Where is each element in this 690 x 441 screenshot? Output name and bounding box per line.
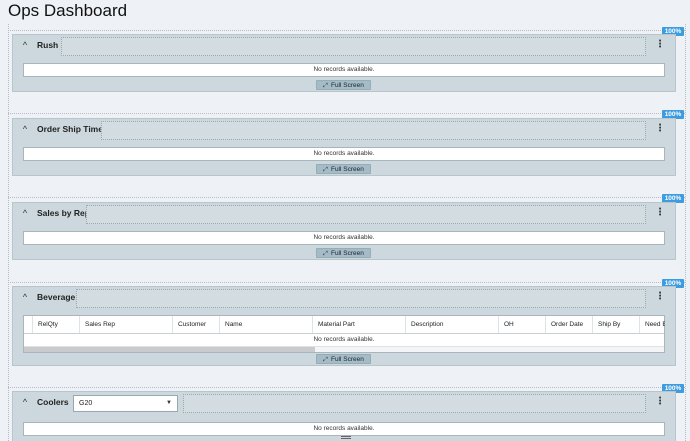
no-records-message: No records available.: [313, 425, 375, 432]
data-grid: RelQty Sales Rep Customer Name Material …: [23, 315, 665, 353]
data-grid: No records available.: [23, 147, 665, 161]
full-screen-button[interactable]: ⤢ Full Screen: [316, 354, 371, 364]
header-drop-zone: [86, 205, 646, 224]
more-options-icon[interactable]: ⋮: [655, 291, 665, 303]
horizontal-scrollbar[interactable]: [24, 346, 664, 352]
select-value: G20: [79, 400, 93, 407]
more-options-icon[interactable]: ⋮: [655, 207, 665, 219]
scrollbar-thumb[interactable]: [24, 347, 315, 352]
chevron-up-icon[interactable]: ^: [19, 291, 31, 303]
data-grid: No records available.: [23, 63, 665, 77]
filter-select[interactable]: G20 ▼: [73, 395, 178, 412]
layout-guide: [8, 24, 9, 441]
panel-title: Rush: [37, 40, 59, 50]
layout-guide: [8, 282, 685, 283]
layout-guide: [8, 387, 685, 388]
layout-guide: [8, 30, 685, 31]
panel-title: Sales by Rep: [37, 208, 90, 218]
chevron-up-icon[interactable]: ^: [19, 207, 31, 219]
caret-down-icon: ▼: [166, 400, 172, 406]
no-records-message: No records available.: [313, 234, 375, 241]
full-screen-button[interactable]: ⤢ Full Screen: [316, 80, 371, 90]
layout-guide: [8, 113, 685, 114]
more-options-icon[interactable]: ⋮: [655, 396, 665, 408]
full-screen-label: Full Screen: [330, 356, 364, 363]
panel-rush: ^ Rush ⋮ No records available. ⤢ Full Scr…: [12, 34, 676, 92]
more-options-icon[interactable]: ⋮: [655, 123, 665, 135]
panel-title: Beverage: [37, 292, 76, 302]
chevron-up-icon[interactable]: ^: [19, 39, 31, 51]
panel-order-ship-time: ^ Order Ship Time ⋮ No records available…: [12, 118, 676, 176]
panel-header: ^ Order Ship Time ⋮: [13, 119, 675, 141]
no-records-message: No records available.: [313, 66, 375, 73]
panel-header: ^ Rush ⋮: [13, 35, 675, 57]
column-header[interactable]: Ship By: [592, 316, 639, 333]
column-header[interactable]: Sales Rep: [79, 316, 172, 333]
column-header[interactable]: Name: [219, 316, 312, 333]
column-header[interactable]: Order Date: [545, 316, 592, 333]
expand-arrows-icon: ⤢: [323, 357, 328, 363]
panel-header: ^ Sales by Rep ⋮: [13, 203, 675, 225]
full-screen-label: Full Screen: [330, 82, 364, 89]
expand-arrows-icon: ⤢: [323, 83, 328, 89]
more-options-icon[interactable]: ⋮: [655, 39, 665, 51]
page-title: Ops Dashboard: [8, 1, 128, 20]
header-drop-zone: [183, 394, 646, 413]
panel-header: ^ Coolers G20 ▼ ⋮: [13, 392, 675, 414]
layout-guide: [8, 197, 685, 198]
full-screen-button[interactable]: ⤢ Full Screen: [316, 164, 371, 174]
no-records-message: No records available.: [313, 150, 375, 157]
panel-header: ^ Beverage ⋮: [13, 287, 675, 309]
header-drop-zone: [101, 121, 646, 140]
header-drop-zone: [61, 37, 646, 56]
column-header[interactable]: Material Part: [312, 316, 405, 333]
full-screen-label: Full Screen: [330, 250, 364, 257]
grid-header-row: RelQty Sales Rep Customer Name Material …: [24, 316, 665, 334]
panel-coolers: ^ Coolers G20 ▼ ⋮ No records available.: [12, 391, 676, 441]
panel-sales-by-rep: ^ Sales by Rep ⋮ No records available. ⤢…: [12, 202, 676, 260]
full-screen-label: Full Screen: [330, 166, 364, 173]
expand-arrows-icon: ⤢: [323, 251, 328, 257]
grid-spacer: [24, 316, 32, 333]
header-drop-zone: [76, 289, 646, 308]
no-records-message: No records available.: [313, 336, 375, 343]
layout-guide: [685, 24, 686, 441]
full-screen-button[interactable]: ⤢ Full Screen: [316, 248, 371, 258]
chevron-up-icon[interactable]: ^: [19, 123, 31, 135]
column-header[interactable]: Customer: [172, 316, 219, 333]
column-header[interactable]: RelQty: [32, 316, 79, 333]
data-grid: No records available.: [23, 231, 665, 245]
panel-beverage: ^ Beverage ⋮ RelQty Sales Rep Customer N…: [12, 286, 676, 366]
column-header[interactable]: Description: [405, 316, 498, 333]
expand-arrows-icon: ⤢: [323, 167, 328, 173]
chevron-up-icon[interactable]: ^: [19, 396, 31, 408]
column-header[interactable]: Need By: [639, 316, 665, 333]
resize-handle-icon[interactable]: [341, 436, 351, 439]
column-header[interactable]: OH: [498, 316, 545, 333]
panel-title: Coolers: [37, 397, 69, 407]
panel-title: Order Ship Time: [37, 124, 103, 134]
data-grid: No records available.: [23, 422, 665, 436]
